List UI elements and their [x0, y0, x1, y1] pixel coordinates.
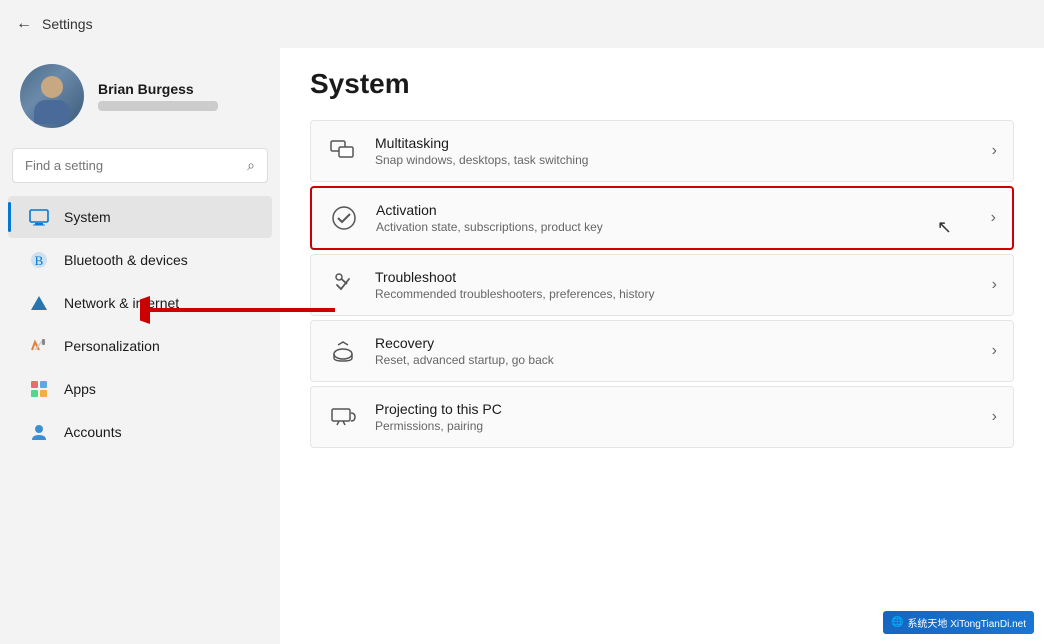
sidebar-item-label-bluetooth: Bluetooth & devices	[64, 252, 188, 268]
system-icon	[28, 206, 50, 228]
setting-card-troubleshoot[interactable]: Troubleshoot Recommended troubleshooters…	[310, 254, 1014, 316]
setting-name-recovery: Recovery	[375, 335, 554, 351]
profile-info: Brian Burgess	[98, 81, 218, 111]
bluetooth-icon: B	[28, 249, 50, 271]
search-input[interactable]	[25, 158, 239, 173]
setting-name-troubleshoot: Troubleshoot	[375, 269, 654, 285]
setting-card-projecting[interactable]: Projecting to this PC Permissions, pairi…	[310, 386, 1014, 448]
watermark-text: 系统天地 XiTongTianDi.net	[907, 615, 1026, 630]
settings-list: Multitasking Snap windows, desktops, tas…	[310, 120, 1014, 452]
nav-list: System B Bluetooth & devices	[0, 195, 280, 454]
content-title: System	[310, 68, 1014, 100]
search-icon: ⌕	[247, 157, 255, 174]
profile-subtitle-bar	[98, 101, 218, 111]
avatar-person	[33, 76, 71, 128]
avatar-head	[41, 76, 63, 98]
sidebar-item-network[interactable]: Network & internet	[8, 282, 272, 324]
setting-desc-projecting: Permissions, pairing	[375, 419, 502, 433]
chevron-right-multitasking: ›	[992, 142, 997, 160]
sidebar-item-label-personalization: Personalization	[64, 338, 160, 354]
accounts-icon	[28, 421, 50, 443]
setting-card-multitasking[interactable]: Multitasking Snap windows, desktops, tas…	[310, 120, 1014, 182]
setting-name-projecting: Projecting to this PC	[375, 401, 502, 417]
content-area: System Multitasking Snap windows, deskto…	[280, 48, 1044, 644]
chevron-right-activation: ›	[991, 209, 996, 227]
multitasking-icon	[327, 135, 359, 167]
recovery-icon	[327, 335, 359, 367]
svg-text:B: B	[35, 253, 44, 268]
search-container: ⌕	[0, 148, 280, 195]
back-button[interactable]: ←	[16, 15, 32, 33]
setting-text-troubleshoot: Troubleshoot Recommended troubleshooters…	[375, 269, 654, 301]
chevron-right-troubleshoot: ›	[992, 276, 997, 294]
setting-name-multitasking: Multitasking	[375, 135, 588, 151]
troubleshoot-icon	[327, 269, 359, 301]
watermark: 🌐 系统天地 XiTongTianDi.net	[883, 611, 1034, 634]
sidebar-item-label-apps: Apps	[64, 381, 96, 397]
setting-name-activation: Activation	[376, 202, 603, 218]
setting-desc-recovery: Reset, advanced startup, go back	[375, 353, 554, 367]
setting-text-activation: Activation Activation state, subscriptio…	[376, 202, 603, 234]
sidebar-item-bluetooth[interactable]: B Bluetooth & devices	[8, 239, 272, 281]
setting-desc-troubleshoot: Recommended troubleshooters, preferences…	[375, 287, 654, 301]
projecting-icon	[327, 401, 359, 433]
back-icon: ←	[16, 15, 32, 33]
sidebar-item-apps[interactable]: Apps	[8, 368, 272, 410]
sidebar-item-personalization[interactable]: Personalization	[8, 325, 272, 367]
chevron-right-projecting: ›	[992, 408, 997, 426]
setting-text-projecting: Projecting to this PC Permissions, pairi…	[375, 401, 502, 433]
cursor-icon: ↖	[937, 217, 952, 238]
watermark-globe-icon: 🌐	[891, 617, 903, 628]
top-bar: ← Settings	[0, 0, 1044, 48]
setting-text-multitasking: Multitasking Snap windows, desktops, tas…	[375, 135, 588, 167]
setting-desc-multitasking: Snap windows, desktops, task switching	[375, 153, 588, 167]
paint-icon	[28, 335, 50, 357]
setting-desc-activation: Activation state, subscriptions, product…	[376, 220, 603, 234]
activation-icon	[328, 202, 360, 234]
setting-text-recovery: Recovery Reset, advanced startup, go bac…	[375, 335, 554, 367]
setting-card-recovery[interactable]: Recovery Reset, advanced startup, go bac…	[310, 320, 1014, 382]
top-bar-title: Settings	[42, 16, 93, 32]
network-icon	[28, 292, 50, 314]
apps-icon	[28, 378, 50, 400]
profile-name: Brian Burgess	[98, 81, 218, 97]
avatar-image	[20, 64, 84, 128]
avatar-body	[34, 100, 70, 124]
sidebar-item-label-accounts: Accounts	[64, 424, 122, 440]
chevron-right-recovery: ›	[992, 342, 997, 360]
sidebar-item-system[interactable]: System	[8, 196, 272, 238]
sidebar: Brian Burgess ⌕ Sys	[0, 48, 280, 644]
main-layout: Brian Burgess ⌕ Sys	[0, 48, 1044, 644]
profile-section: Brian Burgess	[0, 48, 280, 148]
setting-card-activation[interactable]: Activation Activation state, subscriptio…	[310, 186, 1014, 250]
search-box: ⌕	[12, 148, 268, 183]
sidebar-item-accounts[interactable]: Accounts	[8, 411, 272, 453]
sidebar-item-label-system: System	[64, 209, 111, 225]
sidebar-item-label-network: Network & internet	[64, 295, 179, 311]
avatar	[20, 64, 84, 128]
